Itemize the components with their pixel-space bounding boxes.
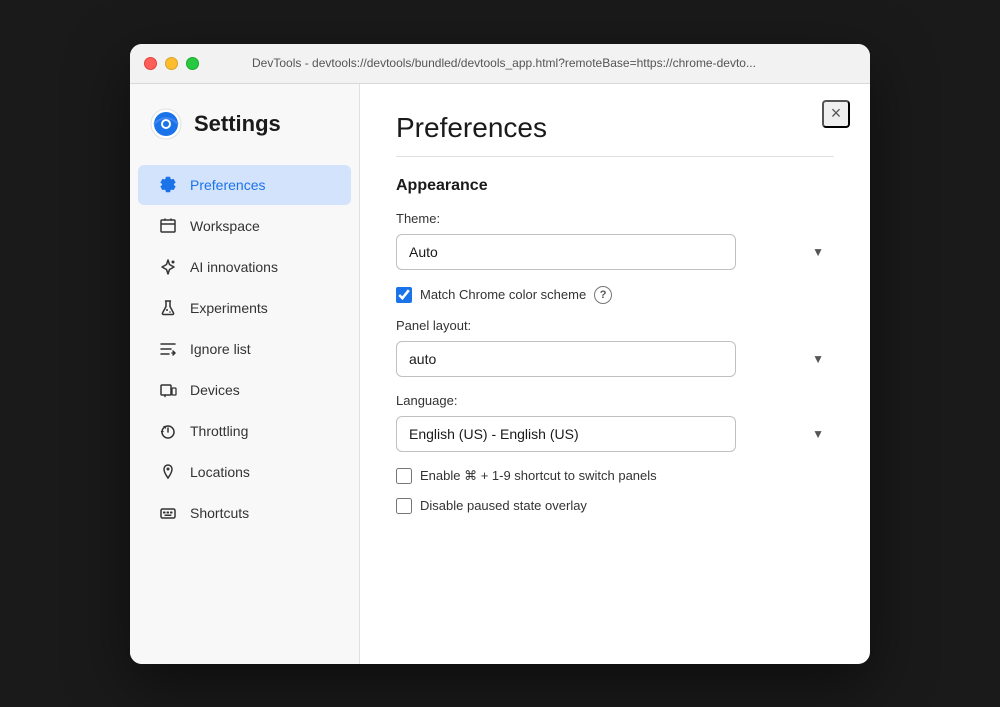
shortcuts-icon [158,503,178,523]
throttling-icon [158,421,178,441]
locations-icon [158,462,178,482]
sidebar-label-ai-innovations: AI innovations [190,259,278,275]
language-label: Language: [396,393,834,408]
titlebar: DevTools - devtools://devtools/bundled/d… [130,44,870,84]
shortcut-label: Enable ⌘ + 1-9 shortcut to switch panels [420,468,657,484]
devtools-window: DevTools - devtools://devtools/bundled/d… [130,44,870,664]
paused-overlay-checkbox[interactable] [396,498,412,514]
sidebar-item-devices[interactable]: Devices [138,370,351,410]
shortcut-checkbox[interactable] [396,468,412,484]
match-chrome-label: Match Chrome color scheme [420,287,586,302]
theme-select-arrow: ▼ [812,245,824,259]
main-content: Settings Preferences [130,84,870,664]
panel-layout-select-arrow: ▼ [812,352,824,366]
shortcut-row: Enable ⌘ + 1-9 shortcut to switch panels [396,468,834,484]
language-select-arrow: ▼ [812,427,824,441]
appearance-section-title: Appearance [396,177,834,195]
sidebar-item-ai-innovations[interactable]: AI innovations [138,247,351,287]
panel-layout-select[interactable]: auto horizontal vertical [396,341,736,377]
sidebar-label-preferences: Preferences [190,177,265,193]
sidebar-label-experiments: Experiments [190,300,268,316]
experiments-icon [158,298,178,318]
sidebar: Settings Preferences [130,84,360,664]
panel-title: Preferences [396,112,834,144]
close-button[interactable]: × [822,100,850,128]
sidebar-label-workspace: Workspace [190,218,260,234]
ai-innovations-icon [158,257,178,277]
theme-label: Theme: [396,211,834,226]
sidebar-item-workspace[interactable]: Workspace [138,206,351,246]
sidebar-item-shortcuts[interactable]: Shortcuts [138,493,351,533]
sidebar-label-locations: Locations [190,464,250,480]
theme-select[interactable]: Auto Light Dark [396,234,736,270]
sidebar-item-throttling[interactable]: Throttling [138,411,351,451]
panel-layout-select-wrapper: auto horizontal vertical ▼ [396,341,834,377]
sidebar-item-preferences[interactable]: Preferences [138,165,351,205]
match-chrome-help-icon[interactable]: ? [594,286,612,304]
language-select-wrapper: English (US) - English (US) ▼ [396,416,834,452]
devices-icon [158,380,178,400]
settings-header: Settings [130,108,359,164]
workspace-icon [158,216,178,236]
panel-layout-label: Panel layout: [396,318,834,333]
main-panel: × Preferences Appearance Theme: Auto Lig… [360,84,870,664]
settings-title: Settings [194,111,281,137]
paused-overlay-row: Disable paused state overlay [396,498,834,514]
match-chrome-row: Match Chrome color scheme ? [396,286,834,304]
sidebar-label-devices: Devices [190,382,240,398]
titlebar-title: DevTools - devtools://devtools/bundled/d… [152,56,856,70]
sidebar-item-locations[interactable]: Locations [138,452,351,492]
devtools-logo [150,108,182,140]
panel-divider [396,156,834,157]
sidebar-item-experiments[interactable]: Experiments [138,288,351,328]
language-select[interactable]: English (US) - English (US) [396,416,736,452]
ignore-list-icon [158,339,178,359]
sidebar-label-ignore-list: Ignore list [190,341,251,357]
match-chrome-checkbox[interactable] [396,287,412,303]
sidebar-item-ignore-list[interactable]: Ignore list [138,329,351,369]
sidebar-label-throttling: Throttling [190,423,248,439]
paused-overlay-label: Disable paused state overlay [420,498,587,513]
sidebar-label-shortcuts: Shortcuts [190,505,249,521]
theme-select-wrapper: Auto Light Dark ▼ [396,234,834,270]
preferences-icon [158,175,178,195]
